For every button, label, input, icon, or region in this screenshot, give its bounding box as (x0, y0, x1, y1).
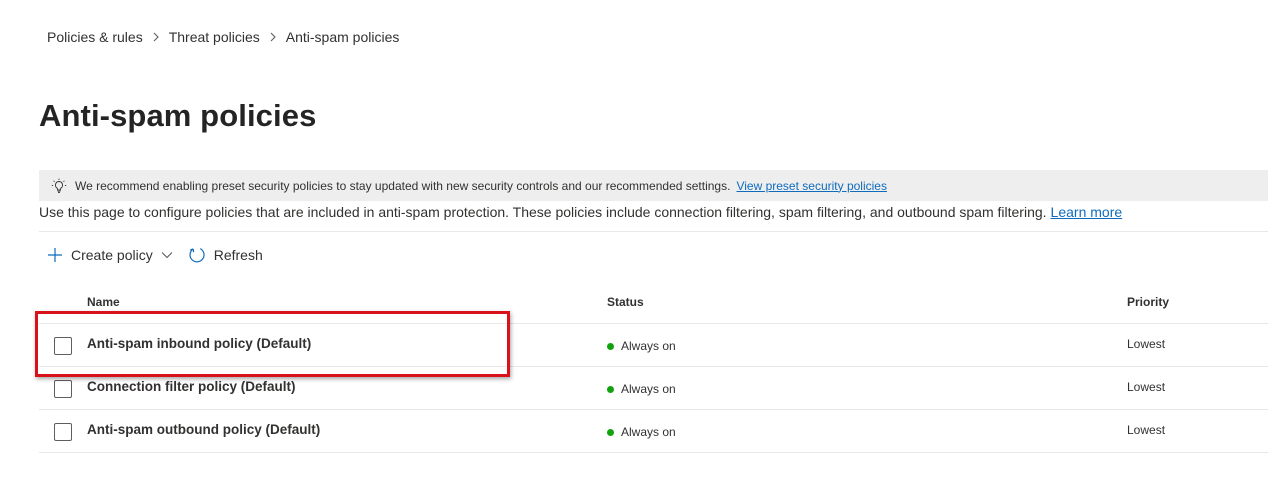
column-header-status[interactable]: Status (607, 295, 644, 309)
banner-text: We recommend enabling preset security po… (75, 178, 731, 193)
policy-name[interactable]: Connection filter policy (Default) (87, 379, 296, 394)
policy-status-text: Always on (621, 382, 676, 396)
anti-spam-policies-page: Policies & rules Threat policies Anti-sp… (0, 0, 1268, 498)
table-header: Name Status Priority (39, 288, 1268, 324)
policy-priority: Lowest (1127, 337, 1166, 351)
status-dot-icon (607, 428, 614, 436)
refresh-button[interactable]: Refresh (188, 246, 263, 264)
policy-status: Always on (607, 339, 676, 353)
breadcrumb-threat-policies[interactable]: Threat policies (169, 29, 260, 45)
column-header-priority[interactable]: Priority (1127, 295, 1169, 309)
recommendation-banner: We recommend enabling preset security po… (39, 170, 1268, 201)
policy-status-text: Always on (621, 425, 676, 439)
create-policy-label: Create policy (71, 247, 153, 263)
policy-name[interactable]: Anti-spam inbound policy (Default) (87, 336, 311, 351)
column-header-name[interactable]: Name (87, 295, 120, 309)
refresh-label: Refresh (213, 247, 263, 263)
description-text: Use this page to configure policies that… (39, 204, 1047, 220)
page-title: Anti-spam policies (39, 98, 317, 133)
divider (39, 231, 1268, 232)
view-preset-security-policies-link[interactable]: View preset security policies (736, 179, 887, 193)
policy-priority: Lowest (1127, 423, 1166, 437)
create-policy-button[interactable]: Create policy (46, 246, 174, 264)
row-checkbox[interactable] (54, 337, 72, 355)
breadcrumb: Policies & rules Threat policies Anti-sp… (47, 28, 399, 46)
policy-priority: Lowest (1127, 380, 1166, 394)
chevron-right-icon (143, 28, 169, 46)
status-dot-icon (607, 385, 614, 393)
learn-more-link[interactable]: Learn more (1051, 204, 1123, 220)
policy-name[interactable]: Anti-spam outbound policy (Default) (87, 422, 320, 437)
policy-status: Always on (607, 425, 676, 439)
breadcrumb-current: Anti-spam policies (285, 29, 400, 45)
chevron-down-icon (160, 248, 174, 262)
table-row[interactable]: Connection filter policy (Default) Alway… (39, 367, 1268, 410)
plus-icon (46, 246, 64, 264)
policy-status: Always on (607, 382, 676, 396)
policies-table: Name Status Priority Anti-spam inbound p… (39, 288, 1268, 453)
table-row[interactable]: Anti-spam inbound policy (Default) Alway… (39, 324, 1268, 367)
breadcrumb-policies-rules[interactable]: Policies & rules (47, 29, 143, 45)
chevron-right-icon (260, 28, 286, 46)
table-row[interactable]: Anti-spam outbound policy (Default) Alwa… (39, 410, 1268, 453)
row-checkbox[interactable] (54, 380, 72, 398)
policy-status-text: Always on (621, 339, 676, 353)
lightbulb-icon (51, 178, 67, 194)
toolbar: Create policy Refresh (46, 244, 263, 266)
refresh-icon (188, 246, 206, 264)
status-dot-icon (607, 342, 614, 350)
row-checkbox[interactable] (54, 423, 72, 441)
page-description: Use this page to configure policies that… (39, 204, 1122, 220)
